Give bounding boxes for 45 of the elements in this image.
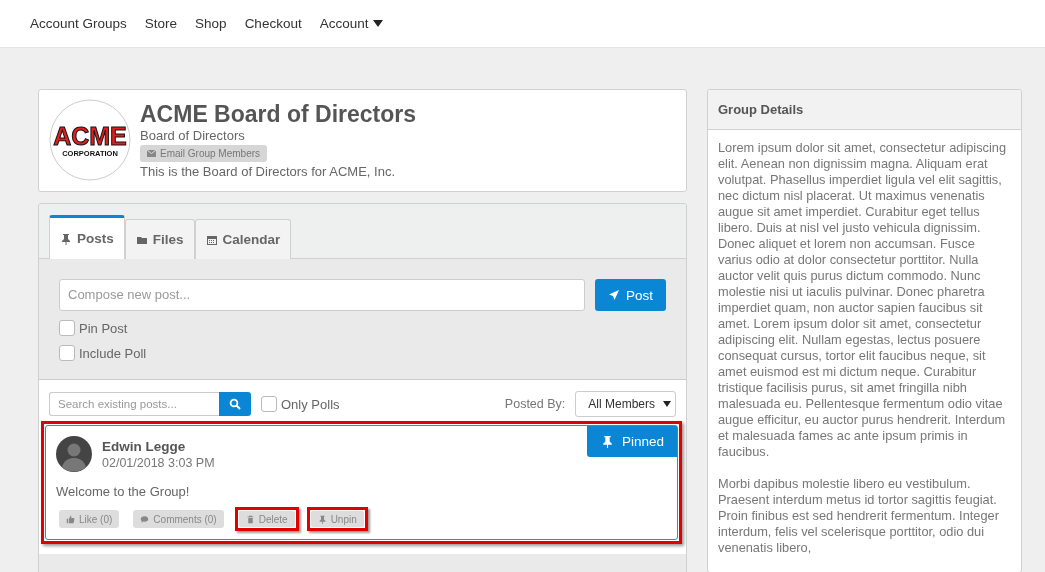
post-action-button[interactable]: Delete (237, 510, 296, 528)
tab[interactable]: Calendar (194, 219, 292, 259)
email-members-button[interactable]: Email Group Members (140, 145, 268, 162)
details-paragraph: Morbi dapibus molestie libero eu vestibulum. Praesent interdum metus id tortor sagittis feugiat. Proin finibus est sed hendrerit fermentum. Integer interdum, felis vel scelerisque porttitor, odio dui venenatis libero, (718, 476, 1000, 556)
envelope-icon (147, 150, 156, 157)
thumbs-up-icon (66, 514, 75, 524)
pin-icon (60, 232, 72, 245)
pinned-badge: Pinned (586, 426, 677, 457)
group-title: ACME Board of Directors (140, 100, 417, 128)
caret-icon (373, 19, 384, 28)
caret-icon (663, 400, 671, 408)
tab[interactable]: Files (124, 219, 195, 259)
trash-icon (245, 514, 255, 524)
post-action-button[interactable]: Unpin (309, 510, 365, 528)
nav-link[interactable]: Account Groups (21, 16, 136, 31)
group-subtitle: Board of Directors (140, 128, 245, 144)
checkbox[interactable]: Pin Post (59, 320, 666, 336)
pin-icon (317, 514, 327, 524)
avatar (56, 436, 92, 472)
compose-field[interactable]: Compose new post... (59, 279, 585, 311)
checkbox[interactable]: Include Poll (59, 345, 666, 361)
post-action-button[interactable]: Comments (0) (133, 510, 224, 528)
group-description: This is the Board of Directors for ACME, Inc. (140, 163, 396, 181)
search-field[interactable]: Search existing posts... (49, 392, 219, 416)
author-name: Edwin Legge (102, 438, 187, 454)
details-paragraph: Lorem ipsum dolor sit amet, consectetur adipiscing elit. Aenean non dignissim magna. Aliquam erat volutpat. Phasellus imperdiet ligula vel elit sagittis, nec dictum nisl placerat. Ut maximus venenatis augue sit amet imperdiet. Curabitur eget tellus libero. Duis at nisl vel justo vehicula dignissim. Donec aliquet et lorem non accumsan. Fusce varius odio at dolor consectetur porttitor. Nulla auctor velit quis purus dictum commodo. Nunc molestie nisi ut iaculis pulvinar. Donec pharetra imperdiet quam, non auctor sapien faucibus sit amet. Lorem ipsum dolor sit amet, consectetur adipiscing elit. Nullam egestas, lectus posuere consequat cursus, tortor elit faucibus neque, sit amet euismod est mi dictum neque. Curabitur tristique facilisis purus, sit amet fringilla nibh malesuada eu. Pellentesque fermentum odio vitae augue efficitur, eu auctor purus hendrerit. Interdum et malesuada fames ac ante ipsum primis in faucibus. (718, 140, 1008, 460)
post-button[interactable]: Post (595, 279, 666, 311)
post-date: 02/01/2018 3:03 PM (102, 455, 215, 470)
send-icon (608, 289, 620, 301)
pin-icon (600, 435, 614, 448)
panel-heading: Group Details (708, 90, 1021, 130)
search-icon (229, 398, 241, 410)
search-button[interactable] (219, 392, 251, 416)
speech-bubble-icon (140, 514, 150, 524)
member-select[interactable]: All Members (575, 391, 676, 417)
nav-link[interactable]: Store (135, 16, 187, 31)
nav-link[interactable]: Shop (186, 16, 236, 31)
post-text: Welcome to the Group! (56, 484, 191, 499)
post-action-button[interactable]: Like (0) (59, 510, 120, 528)
checkbox[interactable]: Only Polls (261, 396, 340, 412)
tab[interactable]: Posts (49, 215, 125, 259)
nav-link[interactable]: Account (310, 16, 393, 31)
posted-by-label: Posted By: (504, 397, 566, 411)
nav-link[interactable]: Checkout (235, 16, 311, 31)
calendar-icon (205, 233, 218, 246)
